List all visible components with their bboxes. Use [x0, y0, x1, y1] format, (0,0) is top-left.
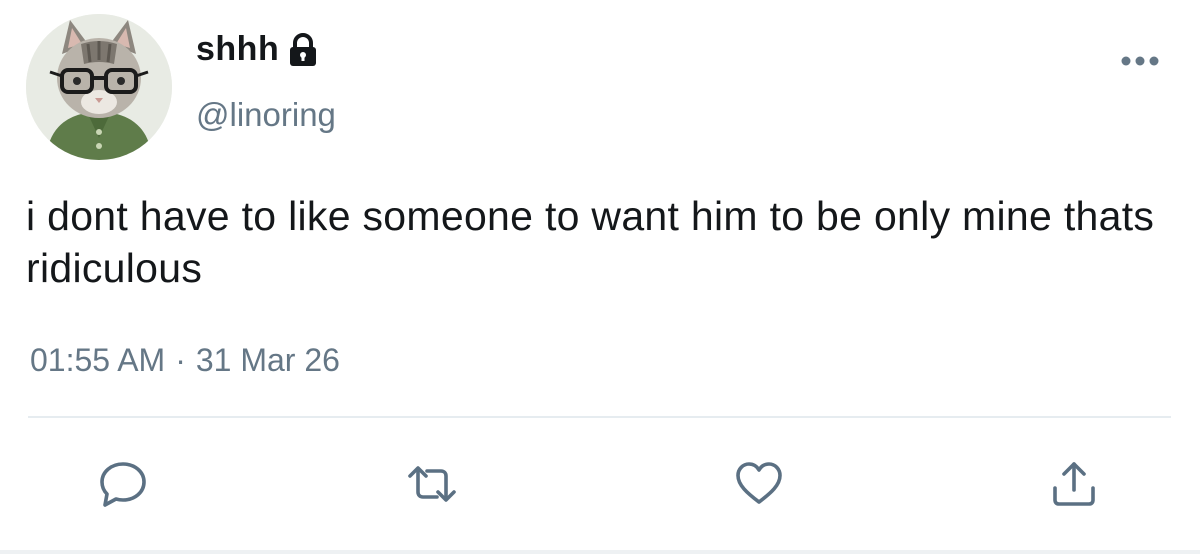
lock-icon: [285, 32, 321, 68]
user-handle[interactable]: @linoring: [196, 96, 336, 134]
display-name-text: shhh: [196, 30, 280, 68]
reply-button[interactable]: [97, 458, 149, 510]
tweet-card: shhh @linoring i dont have to like someo…: [0, 0, 1200, 554]
share-icon: [1053, 462, 1095, 506]
like-button[interactable]: [733, 458, 785, 510]
meta-separator: ·: [175, 342, 186, 378]
tweet-time: 01:55 AM: [30, 342, 166, 378]
reply-icon: [100, 462, 146, 507]
retweet-icon: [408, 466, 456, 502]
heart-icon: [736, 462, 782, 504]
divider: [28, 416, 1171, 418]
tweet-timestamp[interactable]: 01:55 AM · 31 Mar 26: [30, 342, 340, 379]
cat-avatar-image: [26, 14, 172, 160]
display-name[interactable]: shhh: [196, 30, 321, 69]
retweet-button[interactable]: [406, 458, 458, 510]
tweet-text: i dont have to like someone to want him …: [26, 193, 1155, 291]
tweet-date: 31 Mar 26: [195, 342, 340, 378]
bottom-border: [0, 550, 1200, 554]
avatar[interactable]: [26, 14, 172, 160]
share-button[interactable]: [1048, 458, 1100, 510]
more-options-icon[interactable]: [1116, 50, 1164, 72]
